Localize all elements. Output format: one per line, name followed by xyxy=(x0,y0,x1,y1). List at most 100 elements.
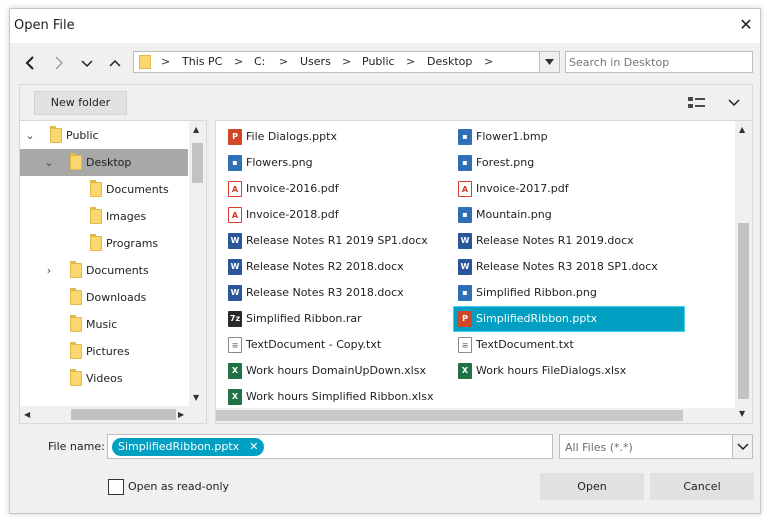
file-item[interactable]: A Invoice-2017.pdf xyxy=(454,177,684,201)
file-item[interactable]: W Release Notes R1 2019.docx xyxy=(454,229,684,253)
chevron-right-icon: > xyxy=(406,55,416,68)
folder-icon xyxy=(90,234,102,251)
pdf-file-icon: A xyxy=(228,207,242,223)
back-button[interactable] xyxy=(19,52,41,74)
file-name-token-label: SimplifiedRibbon.pptx xyxy=(118,440,240,453)
forward-button[interactable] xyxy=(48,52,70,74)
file-item[interactable]: ▪ Forest.png xyxy=(454,151,684,175)
tree-item-images[interactable]: Images xyxy=(20,203,188,230)
folder-icon xyxy=(70,369,82,386)
tree-item-label: Pictures xyxy=(86,345,130,358)
file-item[interactable]: P File Dialogs.pptx xyxy=(224,125,454,149)
scroll-up-icon[interactable]: ▲ xyxy=(193,125,199,134)
read-only-checkbox[interactable] xyxy=(108,479,124,495)
title-bar: Open File ✕ xyxy=(10,9,760,43)
address-dropdown-button[interactable] xyxy=(539,52,559,72)
file-item[interactable]: A Invoice-2016.pdf xyxy=(224,177,454,201)
chevron-up-icon xyxy=(109,59,121,67)
file-item[interactable]: ▪ Simplified Ribbon.png xyxy=(454,281,684,305)
word-file-icon: W xyxy=(228,233,242,249)
scroll-down-icon[interactable]: ▼ xyxy=(739,409,745,418)
up-button[interactable] xyxy=(104,52,126,74)
scrollbar-thumb[interactable] xyxy=(192,143,203,183)
file-item[interactable]: W Release Notes R3 2018.docx xyxy=(224,281,454,305)
tree-item-documents[interactable]: › Documents xyxy=(20,257,188,284)
breadcrumb-public[interactable]: Public xyxy=(362,55,395,68)
file-item[interactable]: ▪ Flower1.bmp xyxy=(454,125,684,149)
caret-down-icon xyxy=(545,59,554,65)
scroll-left-icon[interactable]: ◀ xyxy=(24,410,30,419)
file-item[interactable]: ▪ Flowers.png xyxy=(224,151,454,175)
file-type-filter[interactable]: All Files (*.*) xyxy=(559,434,753,459)
folder-icon xyxy=(50,126,62,143)
chevron-right-icon: > xyxy=(161,55,171,68)
files-vertical-scrollbar[interactable]: ▲ ▼ xyxy=(735,121,752,423)
chevron-down-icon[interactable]: ⌄ xyxy=(24,129,36,142)
scroll-up-icon[interactable]: ▲ xyxy=(739,125,745,134)
folder-icon xyxy=(70,153,82,170)
file-list: P File Dialogs.pptx ▪ Flower1.bmp ▪ Flowers… xyxy=(215,120,753,424)
file-name-token[interactable]: SimplifiedRibbon.pptx ✕ xyxy=(112,438,265,456)
details-view-icon xyxy=(688,97,705,108)
read-only-label[interactable]: Open as read-only xyxy=(128,480,229,493)
scroll-down-icon[interactable]: ▼ xyxy=(193,393,199,402)
address-bar[interactable]: > This PC > C: > Users > Public > Deskto… xyxy=(133,51,560,73)
breadcrumb-desktop[interactable]: Desktop xyxy=(427,55,472,68)
file-item[interactable]: A Invoice-2018.pdf xyxy=(224,203,454,227)
image-file-icon: ▪ xyxy=(228,155,242,171)
new-folder-button[interactable]: New folder xyxy=(34,91,127,115)
file-type-dropdown-button[interactable] xyxy=(732,435,752,458)
file-item[interactable]: X Work hours FileDialogs.xlsx xyxy=(454,359,684,383)
search-input[interactable] xyxy=(565,51,753,73)
scrollbar-thumb[interactable] xyxy=(216,410,683,421)
powerpoint-file-icon: P xyxy=(228,129,242,145)
recent-locations-button[interactable] xyxy=(76,52,98,74)
file-item[interactable]: W Release Notes R1 2019 SP1.docx xyxy=(224,229,454,253)
tree-item-documents-sub[interactable]: Documents xyxy=(20,176,188,203)
files-horizontal-scrollbar[interactable] xyxy=(216,408,735,423)
change-view-button[interactable] xyxy=(688,92,744,114)
breadcrumb-c[interactable]: C: xyxy=(254,55,265,68)
scrollbar-thumb[interactable] xyxy=(71,409,176,420)
scrollbar-thumb[interactable] xyxy=(738,223,749,399)
folder-icon xyxy=(70,288,82,305)
chevron-right-icon: > xyxy=(342,55,352,68)
tree-item-pictures[interactable]: Pictures xyxy=(20,338,188,365)
chevron-down-icon xyxy=(728,99,740,107)
close-icon[interactable]: ✕ xyxy=(737,16,755,34)
file-item[interactable]: X Work hours Simplified Ribbon.xlsx xyxy=(224,385,454,409)
file-item[interactable]: W Release Notes R2 2018.docx xyxy=(224,255,454,279)
file-item[interactable]: W Release Notes R3 2018 SP1.docx xyxy=(454,255,684,279)
tree-item-downloads[interactable]: Downloads xyxy=(20,284,188,311)
file-item[interactable]: 7z Simplified Ribbon.rar xyxy=(224,307,454,331)
text-file-icon: ≡ xyxy=(458,337,472,353)
remove-token-icon[interactable]: ✕ xyxy=(249,438,258,456)
file-name-input[interactable]: SimplifiedRibbon.pptx ✕ xyxy=(107,434,553,459)
scroll-right-icon[interactable]: ▶ xyxy=(178,410,184,419)
file-item[interactable]: ≡ TextDocument.txt xyxy=(454,333,684,357)
tree-item-programs[interactable]: Programs xyxy=(20,230,188,257)
tree-item-videos[interactable]: Videos xyxy=(20,365,188,392)
archive-file-icon: 7z xyxy=(228,311,242,327)
pdf-file-icon: A xyxy=(458,181,472,197)
cancel-button[interactable]: Cancel xyxy=(650,473,754,500)
tree-item-desktop[interactable]: ⌄ Desktop xyxy=(20,149,188,176)
tree-vertical-scrollbar[interactable]: ▲ ▼ xyxy=(189,121,206,423)
open-button[interactable]: Open xyxy=(540,473,644,500)
file-item[interactable]: ▪ Mountain.png xyxy=(454,203,684,227)
tree-horizontal-scrollbar[interactable]: ◀ ▶ xyxy=(20,406,189,423)
tree-item-label: Programs xyxy=(106,237,159,250)
file-item[interactable]: X Work hours DomainUpDown.xlsx xyxy=(224,359,454,383)
folder-tree: ⌄ Public ⌄ Desktop Documents Images Prog… xyxy=(19,120,207,424)
folder-icon xyxy=(70,261,82,278)
tree-item-public[interactable]: ⌄ Public xyxy=(20,122,188,149)
chevron-right-icon[interactable]: › xyxy=(43,264,55,277)
breadcrumb-this-pc[interactable]: This PC xyxy=(182,55,222,68)
file-item-selected[interactable]: P SimplifiedRibbon.pptx xyxy=(453,306,685,332)
tree-item-music[interactable]: Music xyxy=(20,311,188,338)
chevron-right-icon: > xyxy=(234,55,244,68)
breadcrumb-users[interactable]: Users xyxy=(300,55,331,68)
file-item[interactable]: ≡ TextDocument - Copy.txt xyxy=(224,333,454,357)
chevron-down-icon[interactable]: ⌄ xyxy=(43,156,55,169)
toolbar: New folder xyxy=(19,84,753,120)
